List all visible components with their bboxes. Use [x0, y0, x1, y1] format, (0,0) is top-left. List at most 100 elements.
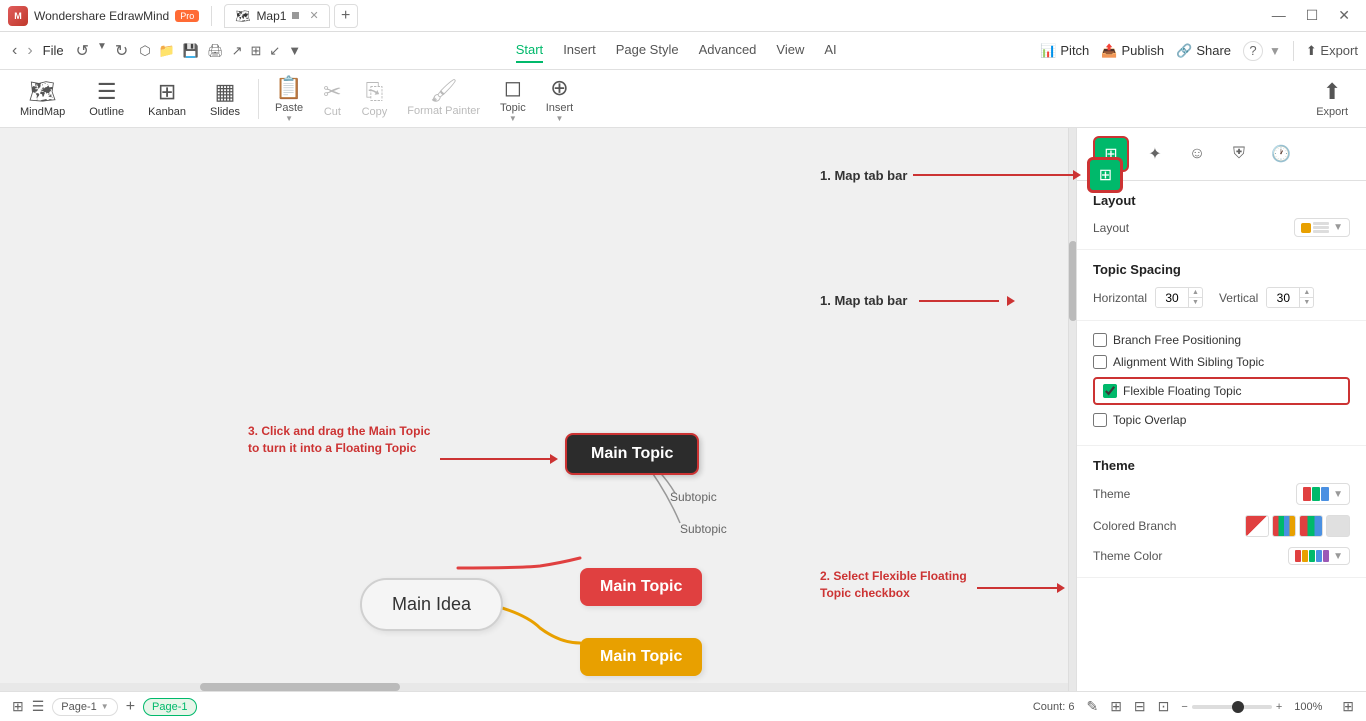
status-icon-1[interactable]: ⊞ — [12, 698, 24, 715]
page-tab2-active[interactable]: Page-1 — [143, 698, 196, 716]
theme-color-dropdown[interactable]: ▼ — [1333, 551, 1343, 562]
share-button[interactable]: Share — [1196, 43, 1231, 58]
toolbar-icon-3[interactable]: 💾 — [180, 41, 202, 61]
page-tab1-inactive[interactable]: Page-1 ▼ — [52, 698, 117, 716]
file-menu-button[interactable]: File — [43, 43, 64, 58]
toolbar-icon-1[interactable]: ⬡ — [136, 41, 153, 61]
slides-button[interactable]: ▦ Slides — [198, 73, 252, 124]
maximize-button[interactable]: ☐ — [1298, 5, 1327, 26]
topic-overlap-checkbox[interactable] — [1093, 413, 1107, 427]
page-tab1-dropdown[interactable]: ▼ — [101, 702, 109, 711]
insert-label: Insert — [546, 102, 574, 114]
toolbar-icon-4[interactable]: 🖨 — [204, 41, 227, 61]
main-topic-orange-node[interactable]: Main Topic — [580, 638, 702, 676]
canvas-area[interactable]: 3. Click and drag the Main Topic to turn… — [0, 128, 1076, 691]
copy-button[interactable]: ⎘ Copy — [352, 73, 398, 124]
alignment-checkbox[interactable] — [1093, 355, 1107, 369]
zoom-level: 100% — [1294, 701, 1330, 713]
toolbar-icon-7[interactable]: ↙ — [266, 41, 283, 61]
insert-button[interactable]: ⊕ Insert ▼ — [536, 69, 584, 129]
tab-close-icon[interactable]: ✕ — [309, 9, 318, 22]
colored-branch-option1[interactable] — [1245, 515, 1269, 537]
subtopic2-node[interactable]: Subtopic — [680, 522, 727, 536]
menu-tab-start[interactable]: Start — [516, 38, 543, 63]
kanban-button[interactable]: ⊞ Kanban — [136, 73, 198, 124]
horizontal-scrollbar-thumb[interactable] — [200, 683, 400, 691]
undo-button[interactable]: ↺ — [72, 39, 93, 63]
layout-dropdown-arrow[interactable]: ▼ — [1333, 222, 1343, 233]
vertical-down[interactable]: ▼ — [1300, 298, 1313, 307]
split-view-icon[interactable]: ⊟ — [1134, 698, 1146, 715]
insert-dropdown[interactable]: ▼ — [556, 114, 564, 123]
topic-dropdown[interactable]: ▼ — [509, 114, 517, 123]
colored-branch-option2[interactable] — [1272, 515, 1296, 537]
vertical-scrollbar-thumb[interactable] — [1069, 241, 1076, 321]
menu-tab-pagestyle[interactable]: Page Style — [616, 38, 679, 63]
map-tab[interactable]: 🗺 Map1 ✕ — [224, 4, 329, 28]
panel-tab-shield[interactable]: ⛨ — [1223, 138, 1255, 170]
close-button[interactable]: ✕ — [1330, 5, 1358, 26]
paste-button[interactable]: 📋 Paste ▼ — [265, 69, 313, 129]
subtopic1-node[interactable]: Subtopic — [670, 490, 717, 504]
paste-icon: 📋 — [275, 75, 302, 101]
nav-forward-button[interactable]: › — [23, 40, 36, 62]
edit-icon[interactable]: ✎ — [1086, 698, 1098, 715]
flexible-floating-checkbox[interactable] — [1103, 384, 1117, 398]
main-idea-node[interactable]: Main Idea — [360, 578, 503, 631]
undo-dropdown[interactable]: ▼ — [95, 39, 109, 63]
toolbar-icon-2[interactable]: 📁 — [156, 41, 178, 61]
publish-button[interactable]: Publish — [1121, 43, 1164, 58]
zoom-minus[interactable]: − — [1181, 701, 1187, 713]
fullscreen-icon[interactable]: ⊡ — [1158, 698, 1170, 715]
toolbar-icon-6[interactable]: ⊞ — [247, 41, 264, 61]
menu-tab-insert[interactable]: Insert — [563, 38, 596, 63]
vertical-scrollbar[interactable] — [1068, 128, 1076, 691]
panel-tab-emoji[interactable]: ☺ — [1181, 138, 1213, 170]
grid-view-icon[interactable]: ⊞ — [1110, 698, 1122, 715]
branch-free-checkbox[interactable] — [1093, 333, 1107, 347]
vertical-input[interactable] — [1267, 289, 1299, 307]
page-tab1-label: Page-1 — [61, 701, 96, 713]
menu-tab-view[interactable]: View — [776, 38, 804, 63]
app-name: Wondershare EdrawMind — [34, 9, 169, 23]
main-topic-dark-node[interactable]: Main Topic — [565, 433, 699, 475]
panel-tab-clock[interactable]: 🕐 — [1265, 138, 1297, 170]
cut-button[interactable]: ✂ Cut — [313, 73, 351, 124]
outline-button[interactable]: ☰ Outline — [77, 73, 136, 124]
zoom-slider-area[interactable]: − + — [1181, 701, 1282, 713]
topic-button[interactable]: ◻ Topic ▼ — [490, 69, 536, 129]
zoom-plus[interactable]: + — [1276, 701, 1282, 713]
horizontal-scrollbar[interactable] — [0, 683, 1068, 691]
nav-back-button[interactable]: ‹ — [8, 40, 21, 62]
pitch-button[interactable]: Pitch — [1060, 43, 1089, 58]
export-button[interactable]: ⬆ Export — [1306, 43, 1358, 59]
panel-tab-sparkle[interactable]: ✦ — [1139, 138, 1171, 170]
fit-icon[interactable]: ⊞ — [1342, 698, 1354, 715]
add-tab-button[interactable]: + — [334, 4, 358, 28]
status-icon-2[interactable]: ☰ — [32, 698, 45, 715]
minimize-button[interactable]: — — [1264, 5, 1294, 26]
help-button[interactable]: ? — [1243, 41, 1263, 61]
theme-dropdown-arrow[interactable]: ▼ — [1333, 489, 1343, 500]
menu-tab-ai[interactable]: AI — [824, 38, 836, 63]
horizontal-down[interactable]: ▼ — [1189, 298, 1202, 307]
colored-branch-option3[interactable] — [1299, 515, 1323, 537]
export-toolbar-button[interactable]: ⬆ Export — [1306, 73, 1358, 124]
mindmap-button[interactable]: 🗺 MindMap — [8, 73, 77, 124]
paste-dropdown[interactable]: ▼ — [285, 114, 293, 123]
toolbar-icon-5[interactable]: ↗ — [229, 41, 246, 61]
theme-selector[interactable]: ▼ — [1296, 483, 1350, 505]
redo-button[interactable]: ↻ — [111, 39, 132, 63]
horizontal-input[interactable] — [1156, 289, 1188, 307]
format-painter-button[interactable]: 🖌 Format Painter — [397, 72, 490, 124]
theme-color-selector[interactable]: ▼ — [1288, 547, 1350, 565]
layout-selector[interactable]: ▼ — [1294, 218, 1350, 237]
colored-branch-option4[interactable] — [1326, 515, 1350, 537]
horizontal-up[interactable]: ▲ — [1189, 288, 1202, 298]
main-topic-red-node[interactable]: Main Topic — [580, 568, 702, 606]
add-page-button[interactable]: + — [126, 698, 135, 716]
toolbar-icon-8[interactable]: ▼ — [285, 41, 304, 61]
settings-dropdown[interactable]: ▼ — [1269, 44, 1281, 58]
vertical-up[interactable]: ▲ — [1300, 288, 1313, 298]
menu-tab-advanced[interactable]: Advanced — [699, 38, 757, 63]
